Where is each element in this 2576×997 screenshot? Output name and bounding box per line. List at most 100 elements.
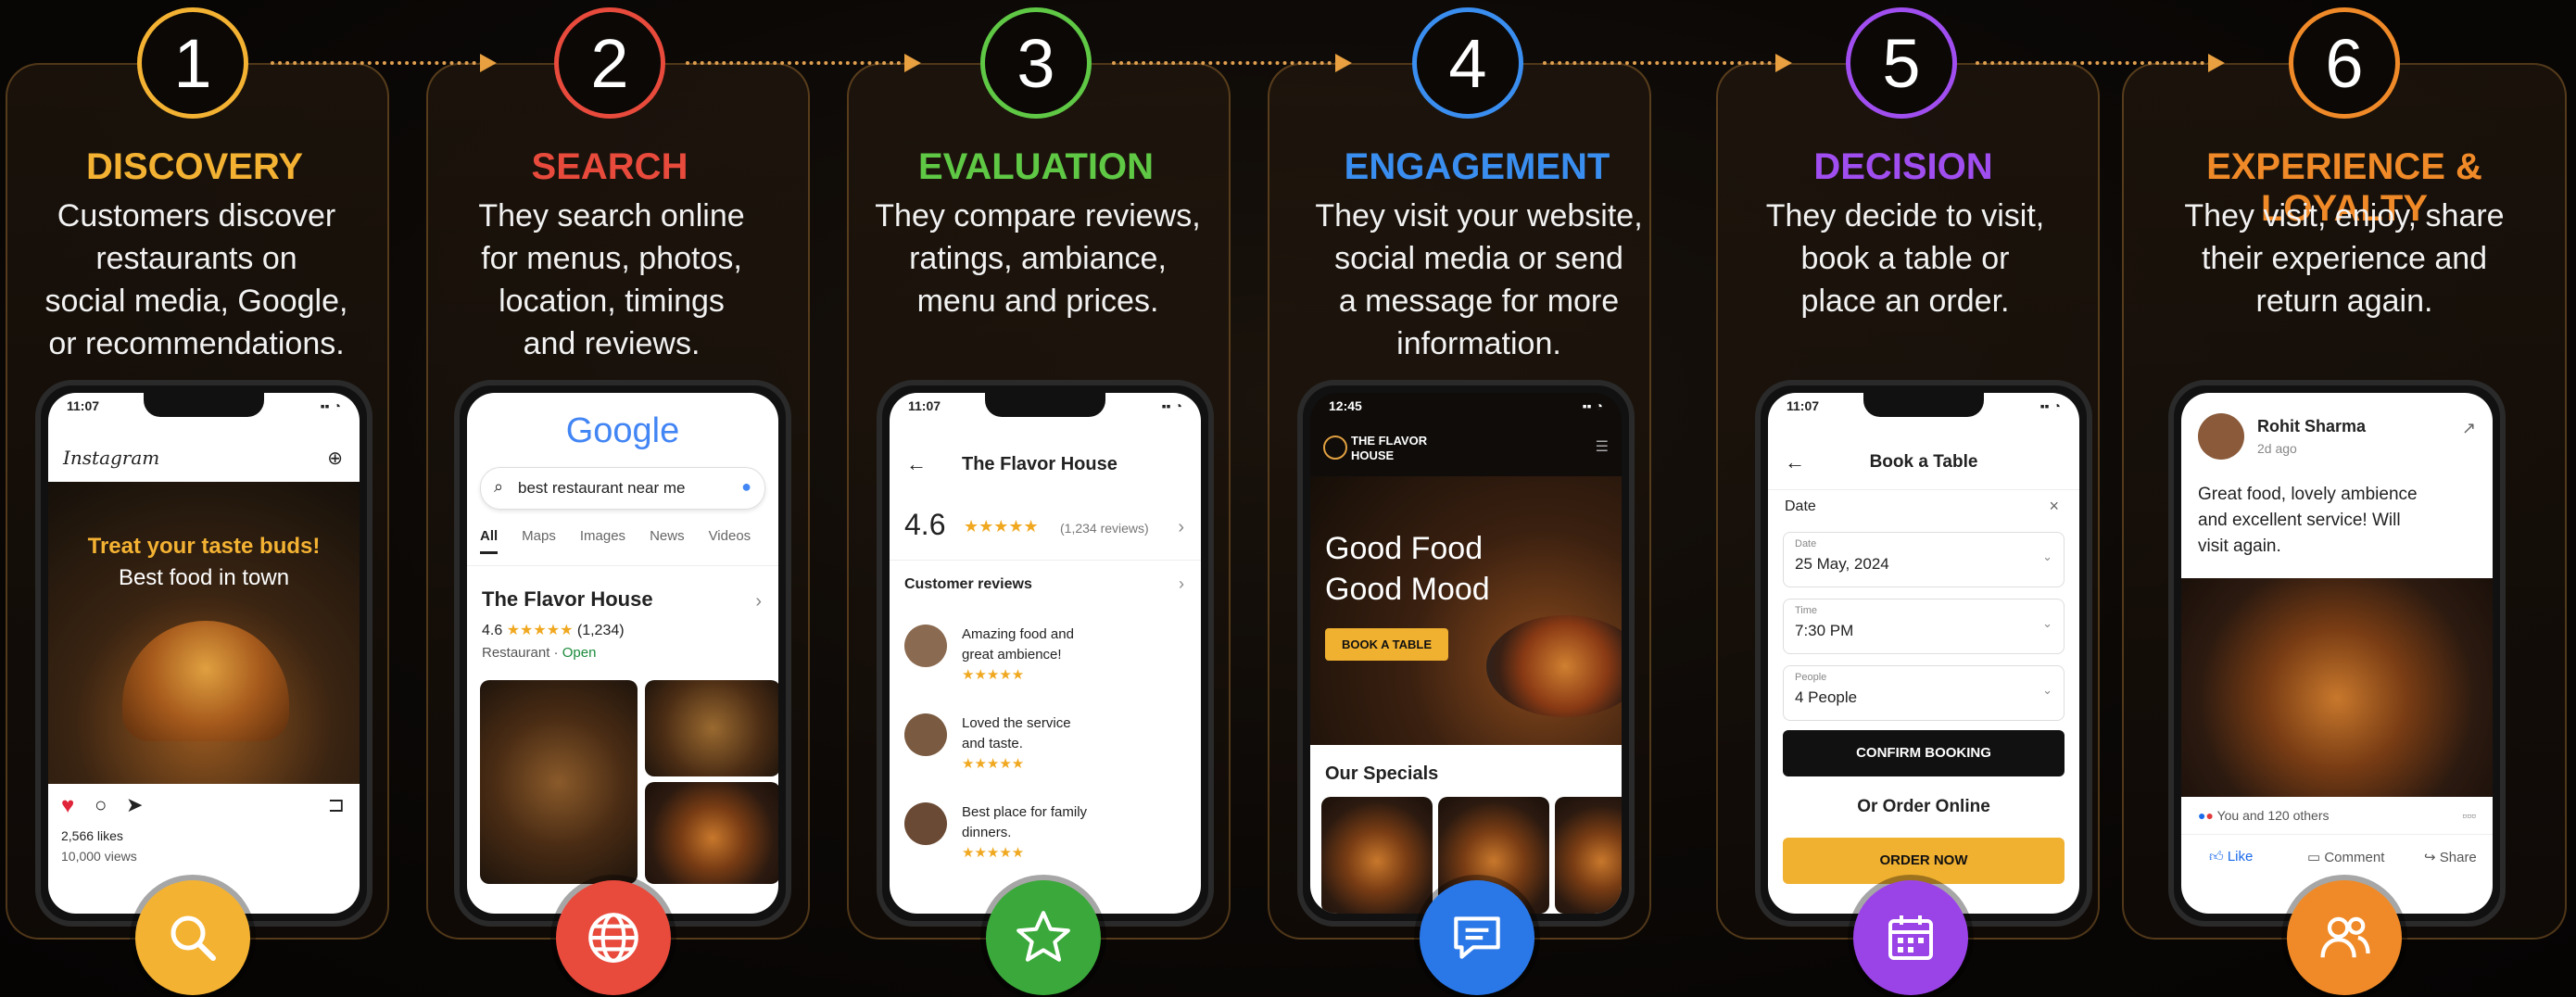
chat-icon	[1454, 916, 1500, 959]
avatar	[904, 802, 947, 845]
rating-count: (1,234)	[576, 623, 625, 638]
flow-arrow-2	[686, 54, 921, 72]
stage-desc-4: They visit your website, social media or …	[1315, 198, 1643, 361]
tab-all[interactable]: All	[480, 528, 499, 554]
add-post-icon[interactable]: ⊕	[327, 447, 343, 470]
instagram-logo: Instagram	[63, 447, 160, 469]
flow-arrow-1	[271, 54, 497, 72]
special-dish-3[interactable]	[1555, 797, 1622, 914]
stage-title-4: ENGAGEMENT	[1344, 146, 1610, 187]
stage-title-5: DECISION	[1813, 146, 1993, 187]
stage-desc-6: They visit, enjoy, share their experience…	[2184, 198, 2505, 319]
dish-image	[1486, 615, 1622, 717]
stage-icon-4	[1420, 880, 1534, 995]
chevron-right-icon: ›	[755, 591, 762, 612]
tab-maps[interactable]: Maps	[522, 528, 556, 554]
post-author[interactable]: Rohit Sharma	[2257, 417, 2366, 436]
step-number-1: 1	[137, 7, 248, 119]
restaurant-photo-hall[interactable]	[645, 680, 778, 776]
close-icon[interactable]: ×	[2049, 497, 2059, 516]
special-dish-1[interactable]	[1321, 797, 1433, 914]
booking-title: Book a Table	[1869, 452, 1978, 472]
confirm-booking-button[interactable]: CONFIRM BOOKING	[1783, 730, 2065, 776]
date-field[interactable]: Date 25 May, 2024 ⌄	[1783, 532, 2065, 587]
phone-social-post: Rohit Sharma 2d ago ↗ Great food, lovely…	[2168, 380, 2506, 927]
back-arrow-icon[interactable]: ←	[906, 452, 927, 476]
more-icon[interactable]: ▫▫▫	[2462, 808, 2476, 823]
chevron-right-icon[interactable]: ›	[1179, 574, 1184, 594]
stage-title-2: SEARCH	[531, 146, 688, 187]
avatar	[904, 713, 947, 756]
result-title[interactable]: The Flavor House	[482, 587, 653, 612]
tab-news[interactable]: News	[650, 528, 685, 554]
search-bar[interactable]: ⌕ best restaurant near me ●	[480, 467, 765, 510]
post-text: Great food, lovely ambience and excellent…	[2198, 485, 2418, 556]
step-number-6: 6	[2289, 7, 2400, 119]
calendar-icon	[1888, 915, 1933, 960]
tab-images[interactable]: Images	[580, 528, 625, 554]
place-title: The Flavor House	[962, 454, 1118, 474]
time-field[interactable]: Time 7:30 PM ⌄	[1783, 599, 2065, 654]
comment-button[interactable]: ▭ Comment	[2307, 849, 2384, 865]
result-type: Restaurant	[482, 645, 550, 661]
restaurant-photo-dish[interactable]	[645, 782, 778, 884]
share-arrow-icon[interactable]: ↗	[2462, 419, 2476, 438]
stage-icon-6	[2287, 880, 2402, 995]
like-button[interactable]: 👍︎ Like	[2209, 849, 2253, 865]
people-field[interactable]: People 4 People ⌄	[1783, 665, 2065, 721]
step-number-4: 4	[1412, 7, 1523, 119]
review-item: Amazing food and great ambience! ★★★★★	[962, 626, 1074, 683]
share-button[interactable]: ↪ Share	[2424, 849, 2477, 865]
mic-icon[interactable]: ●	[741, 477, 751, 497]
status-time: 12:45	[1329, 398, 1362, 413]
likes-count: 2,566 likes	[61, 828, 123, 843]
search-query: best restaurant near me	[518, 479, 686, 497]
specials-title: Our Specials	[1325, 764, 1439, 784]
restaurant-photo-interior[interactable]	[480, 680, 638, 884]
stage-icon-3	[986, 880, 1101, 995]
stage-title-1: DISCOVERY	[85, 146, 304, 187]
send-icon[interactable]: ➤	[126, 793, 143, 817]
stage-icon-1	[135, 880, 250, 995]
post-image: Treat your taste buds! Best food in town	[48, 482, 360, 784]
comment-icon[interactable]: ○	[95, 793, 107, 817]
avatar	[2198, 413, 2244, 460]
status-time: 11:07	[67, 398, 100, 413]
phone-booking: 11:07 ▪▪ ◔ ← Book a Table Date × Date 25 …	[1755, 380, 2092, 927]
book-table-button[interactable]: BOOK A TABLE	[1325, 628, 1449, 661]
users-icon	[2320, 916, 2370, 958]
chevron-right-icon[interactable]: ›	[1178, 517, 1184, 538]
hero-headline: Good Food Good Mood	[1325, 531, 1490, 607]
date-label: Date	[1785, 498, 1816, 514]
tab-videos[interactable]: Videos	[709, 528, 751, 554]
stage-title-3: EVALUATION	[917, 146, 1155, 187]
chevron-down-icon: ⌄	[2042, 683, 2052, 697]
order-now-button[interactable]: ORDER NOW	[1783, 838, 2065, 884]
search-tabs: All Maps Images News Videos	[480, 528, 773, 554]
menu-icon[interactable]: ☰	[1596, 437, 1609, 456]
heart-icon[interactable]: ♥	[61, 793, 74, 819]
flow-arrow-4	[1543, 54, 1792, 72]
search-icon: ⌕	[494, 477, 504, 496]
stage-desc-1: Customers discover restaurants on social m…	[44, 198, 348, 361]
chevron-down-icon: ⌄	[2042, 549, 2052, 563]
views-count: 10,000 views	[61, 849, 137, 864]
promo-headline: Treat your taste buds!	[87, 534, 321, 559]
search-icon	[170, 915, 216, 961]
flow-arrow-3	[1112, 54, 1352, 72]
bookmark-icon[interactable]: ⊐	[328, 793, 345, 817]
chevron-down-icon: ⌄	[2042, 616, 2052, 630]
promo-subline: Best food in town	[118, 565, 290, 590]
post-time: 2d ago	[2257, 441, 2297, 456]
reviews-section-title: Customer reviews	[904, 576, 1032, 592]
step-number-3: 3	[980, 7, 1092, 119]
hero-section: Good Food Good Mood BOOK A TABLE	[1310, 476, 1622, 745]
brand-name: THE FLAVOR HOUSE	[1351, 434, 1428, 462]
rating-value: 4.6	[482, 623, 503, 638]
globe-icon	[588, 913, 638, 963]
status-time: 11:07	[908, 398, 941, 413]
review-item: Best place for family dinners. ★★★★★	[962, 804, 1088, 861]
review-item: Loved the service and taste. ★★★★★	[962, 715, 1071, 772]
avatar	[904, 625, 947, 667]
open-status: Open	[562, 645, 597, 661]
